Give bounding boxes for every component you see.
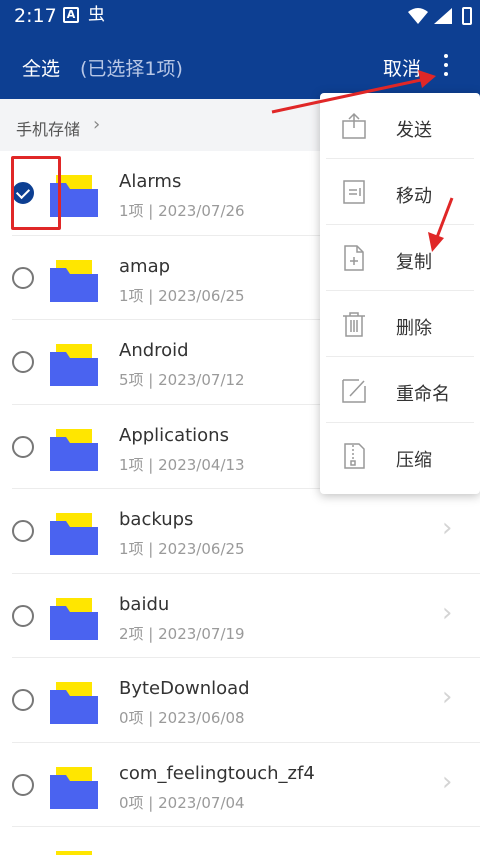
folder-icon <box>50 344 98 386</box>
notification-a-icon: A <box>63 7 79 23</box>
share-icon <box>342 112 366 139</box>
status-time: 2:17 <box>14 5 57 27</box>
file-meta: 2项 | 2023/07/19 <box>119 624 245 643</box>
checkbox[interactable] <box>12 520 34 542</box>
file-meta: 1项 | 2023/06/25 <box>119 540 245 558</box>
app-bar: 全选 (已选择1项) 取消 <box>0 32 480 99</box>
more-options-icon[interactable] <box>436 50 456 80</box>
folder-icon <box>50 597 98 640</box>
checkbox[interactable] <box>12 689 34 711</box>
chevron-right-icon: › <box>442 766 453 797</box>
menu-item-copy[interactable]: 复制 <box>326 225 474 291</box>
menu-item-label: 压缩 <box>396 450 432 471</box>
file-meta: 1项 | 2023/04/13 <box>119 455 245 474</box>
chevron-right-icon: › <box>93 114 101 135</box>
folder-icon <box>50 428 98 471</box>
context-menu: 发送 移动 复制 删除 重命名 压缩 <box>320 93 480 494</box>
battery-icon <box>462 7 472 25</box>
copy-icon <box>344 245 364 271</box>
file-meta: 1项 | 2023/06/25 <box>119 286 245 305</box>
folder-icon <box>50 259 98 302</box>
file-name: ByteDownload <box>119 678 250 699</box>
file-row-bytedownload[interactable]: ByteDownload 0项 | 2023/06/08 › <box>12 658 480 743</box>
file-name: Alarms <box>119 171 182 192</box>
menu-item-rename[interactable]: 重命名 <box>326 357 474 423</box>
file-row-backups[interactable]: backups 1项 | 2023/06/25 › <box>12 489 480 574</box>
annotation-highlight-box <box>11 156 61 230</box>
file-name: backups <box>119 509 194 530</box>
compress-icon <box>344 443 365 469</box>
trash-icon <box>343 312 365 337</box>
chevron-right-icon: › <box>442 597 453 628</box>
checkbox[interactable] <box>12 266 34 289</box>
menu-item-delete[interactable]: 删除 <box>326 291 474 357</box>
rename-icon <box>342 379 366 403</box>
menu-item-label: 发送 <box>396 120 432 141</box>
file-name: Applications <box>119 424 229 446</box>
file-row-partial[interactable] <box>12 827 480 855</box>
checkbox[interactable] <box>12 773 34 796</box>
breadcrumb-storage[interactable]: 手机存储 <box>16 116 80 140</box>
notification-bug-icon: 虫 <box>88 5 105 25</box>
checkbox[interactable] <box>12 435 34 458</box>
signal-icon <box>434 8 452 24</box>
menu-item-label: 移动 <box>396 186 432 207</box>
checkbox[interactable] <box>12 351 34 373</box>
folder-icon <box>56 851 92 855</box>
select-all-button[interactable]: 全选 <box>22 54 60 81</box>
menu-item-move[interactable]: 移动 <box>326 159 474 225</box>
file-meta: 0项 | 2023/06/08 <box>119 709 245 727</box>
folder-icon <box>50 766 98 809</box>
file-meta: 5项 | 2023/07/12 <box>119 371 245 389</box>
cancel-button[interactable]: 取消 <box>383 54 421 81</box>
file-row-com-feelingtouch[interactable]: com_feelingtouch_zf4 0项 | 2023/07/04 › <box>12 743 480 827</box>
file-name: amap <box>119 255 171 277</box>
menu-item-label: 重命名 <box>396 384 450 405</box>
file-name: baidu <box>119 593 170 615</box>
menu-item-label: 删除 <box>396 318 432 339</box>
file-meta: 0项 | 2023/07/04 <box>119 793 245 812</box>
file-name: com_feelingtouch_zf4 <box>119 762 315 784</box>
file-meta: 1项 | 2023/07/26 <box>119 202 245 220</box>
file-name: Android <box>119 340 189 361</box>
checkbox[interactable] <box>12 604 34 627</box>
folder-icon <box>50 682 98 724</box>
selected-count: (已选择1项) <box>80 58 183 80</box>
menu-item-label: 复制 <box>396 252 432 273</box>
menu-item-send[interactable]: 发送 <box>326 93 474 159</box>
menu-item-compress[interactable]: 压缩 <box>326 423 474 489</box>
chevron-right-icon: › <box>442 513 453 543</box>
move-icon <box>343 180 365 204</box>
status-bar: 2:17 A 虫 <box>0 0 480 32</box>
chevron-right-icon: › <box>442 682 453 712</box>
file-row-baidu[interactable]: baidu 2项 | 2023/07/19 › <box>12 574 480 658</box>
wifi-icon <box>408 8 428 24</box>
folder-icon <box>50 513 98 555</box>
